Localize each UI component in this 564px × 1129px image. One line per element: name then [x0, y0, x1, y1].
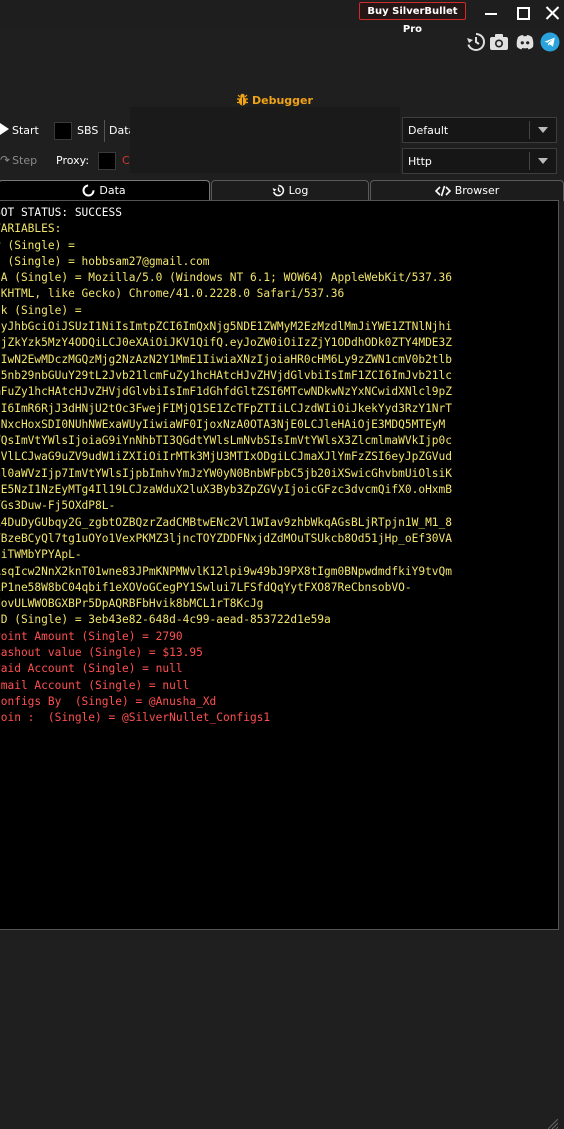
log-line: YBzeBCyQl7tg1uOYo1VexPKMZ3ljncTOYZDDFNxj… [0, 531, 453, 545]
tab-browser[interactable]: Browser [370, 180, 564, 201]
tab-log[interactable]: Log [211, 180, 369, 201]
debugger-title: Debugger [236, 93, 313, 107]
log-line: Join : (Single) = @SilverNullet_Configs1 [0, 711, 271, 725]
chevron-down-icon[interactable] [538, 127, 548, 133]
data-input-field[interactable] [130, 107, 400, 173]
log-line: P (Single) = [0, 238, 75, 252]
title-bar: Buy SilverBullet Pro [0, 0, 564, 35]
play-icon [0, 123, 9, 135]
buy-pro-button[interactable]: Buy SilverBullet Pro [359, 2, 466, 35]
minimize-icon[interactable] [482, 4, 500, 22]
log-line: UA (Single) = Mozilla/5.0 (Windows NT 6.… [0, 271, 453, 285]
close-icon[interactable] [544, 4, 562, 22]
loading-icon [82, 184, 95, 197]
log-line: Email Account (Single) = null [0, 678, 190, 692]
camera-icon[interactable] [489, 32, 509, 52]
log-line: biTWMbYPYApL- [0, 548, 82, 562]
log-line: TQsImVtYWlsIjoiaG9iYnNhbTI3QGdtYWlsLmNvb… [0, 434, 453, 448]
tab-browser-label: Browser [454, 184, 500, 197]
bug-icon [236, 93, 249, 106]
tab-data[interactable]: Data [0, 180, 210, 201]
divider [104, 120, 105, 142]
log-line: mFuZy1hcHAtcHJvZHVjdGlvbiIsImF1dGhfdGltZ… [0, 385, 453, 399]
history-icon [272, 184, 284, 197]
sbs-checkbox[interactable] [54, 122, 72, 140]
log-output: BOT STATUS: SUCCESS VARIABLES: P (Single) … [0, 205, 560, 727]
log-line: ID (Single) = 3eb43e82-648d-4c99-aead-85… [0, 613, 331, 627]
resize-grip-icon[interactable] [548, 1119, 558, 1129]
log-line: LP1ne58W8bC04qbif1eXOVoGCegPY1Swlui7LFSf… [0, 580, 412, 594]
log-line: Gl0aWVzIjp7ImVtYWlsIjpbImhvYmJzYW0yN0Bnb… [0, 466, 453, 480]
log-line: Point Amount (Single) = 2790 [0, 629, 183, 643]
log-line: U (Single) = hobbsam27@gmail.com [0, 254, 210, 268]
log-line: eyJhbGciOiJSUzI1NiIsImtpZCI6ImQxNjg5NDE1… [0, 320, 453, 334]
proxy-label: Proxy: [56, 154, 90, 167]
tab-data-label: Data [99, 184, 126, 197]
log-line: L4DuDyGUbqy2G_zgbtOZBQzrZadCMBtwENc2Vl1W… [0, 515, 453, 529]
step-icon: ↷ [0, 153, 11, 167]
log-line: Paid Account (Single) = null [0, 662, 183, 676]
log-line: Cashout value (Single) = $13.95 [0, 646, 203, 660]
divider [529, 121, 530, 139]
start-label: Start [12, 124, 39, 137]
log-line: i5nb29nbGUuY29tL2Jvb21lcmFuZy1hcHAtcHJvZ… [0, 368, 453, 382]
start-button[interactable]: Start [0, 120, 46, 141]
log-line: nVlLCJwaG9uZV9udW1iZXIiOiIrMTk3MjU3MTIxO… [0, 450, 453, 464]
divider [529, 152, 530, 170]
request-type-value: Http [408, 155, 432, 168]
telegram-icon[interactable] [540, 32, 560, 52]
log-line: (KHTML, like Gecko) Chrome/41.0.2228.0 S… [0, 287, 345, 301]
log-line: VARIABLES: [0, 222, 62, 236]
output-tabs: Data Log Browser [0, 180, 564, 201]
maximize-icon[interactable] [514, 4, 532, 22]
log-line: CI6ImR6RjJ3dHNjU2tOc3FwejFIMjQ1SE1ZcTFpZ… [0, 401, 453, 415]
chevron-down-icon[interactable] [538, 158, 548, 164]
step-button[interactable]: ↷ Step [0, 150, 46, 171]
debugger-output-panel[interactable]: BOT STATUS: SUCCESS VARIABLES: P (Single) … [0, 200, 560, 1129]
log-line: BOT STATUS: SUCCESS [0, 206, 122, 219]
log-line: Configs By (Single) = @Anusha_Xd [0, 694, 217, 708]
log-line: AsqIcw2NnX2knT01wne83JPmKNPMWvlK12lpi9w4… [0, 564, 453, 578]
proxy-value: C [122, 154, 130, 167]
log-line: jIwN2EwMDczMGQzMjg2NzAzN2Y1MmE1IiwiaXNzI… [0, 352, 453, 366]
history-icon[interactable] [466, 32, 486, 52]
log-line: YGs3Duw-Fj5OXdP8L- [0, 499, 116, 513]
sbs-label: SBS [77, 124, 99, 137]
config-select-value: Default [408, 124, 449, 137]
debugger-label: Debugger [252, 94, 313, 107]
config-select[interactable]: Default [402, 117, 557, 143]
log-line: tk (Single) = [0, 303, 82, 317]
code-icon [434, 185, 451, 197]
request-type-select[interactable]: Http [402, 148, 557, 174]
proxy-checkbox[interactable] [98, 152, 116, 170]
log-line: nNxcHoxSDI0NUhNWExaWUyIiwiaWF0IjoxNzA0OT… [0, 417, 446, 431]
log-line: NjZkYzk5MzY4ODQiLCJ0eXAiOiJKV1QifQ.eyJoZ… [0, 336, 453, 350]
log-line: FovULWWOBGXBPr5DpAQRBFbHvik8bMCL1rT8KcJg [0, 597, 264, 611]
discord-icon[interactable] [515, 32, 535, 52]
tab-log-label: Log [288, 184, 309, 197]
log-line: zE5NzI1NzEyMTg4Il19LCJzaWduX2luX3Byb3ZpZ… [0, 483, 453, 497]
step-label: Step [12, 154, 38, 167]
